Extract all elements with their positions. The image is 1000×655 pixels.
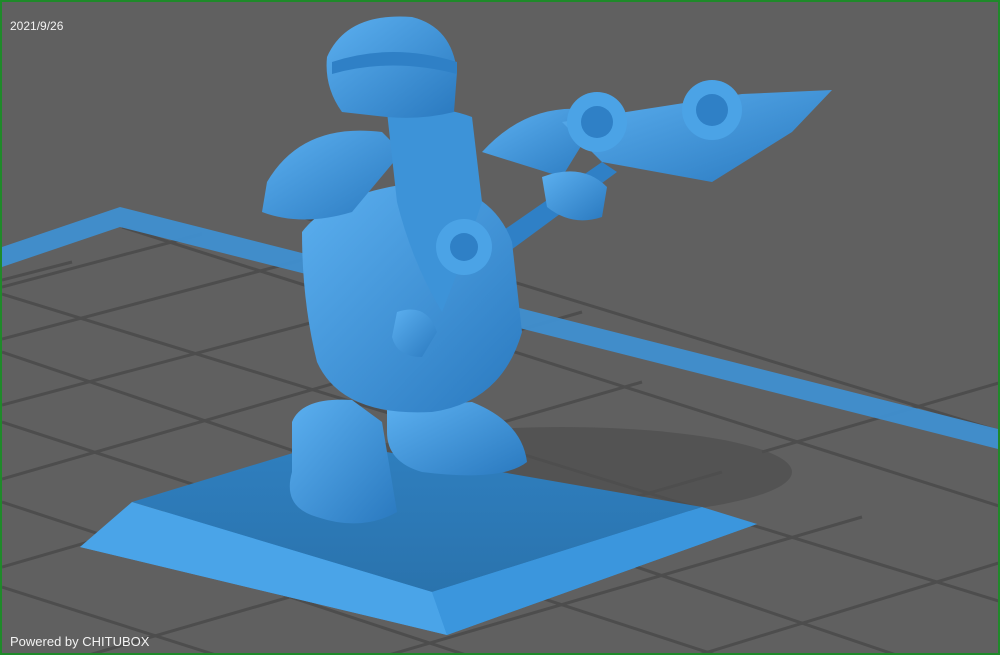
3d-viewport[interactable]: 2021/9/26 Powered by CHITUBOX [0, 0, 1000, 655]
date-label: 2021/9/26 [10, 19, 64, 33]
scene-render [2, 16, 998, 653]
powered-by-label: Powered by CHITUBOX [10, 634, 150, 649]
axe [472, 80, 832, 264]
